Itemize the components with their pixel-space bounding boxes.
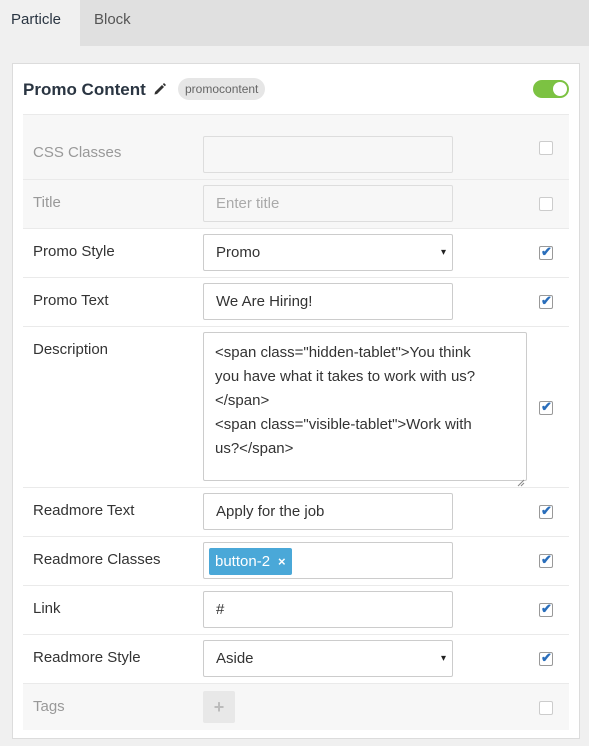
card-header: Promo Content promocontent (13, 64, 579, 114)
row-label: Description (33, 341, 109, 358)
row-readmore-style: Readmore Style Aside ▾ ✔ (23, 634, 569, 683)
description-line: <span class="hidden-tablet">You think (215, 344, 471, 361)
class-tag-label: button-2 (215, 553, 271, 570)
description-override-checkbox[interactable]: ✔ (539, 399, 553, 415)
row-label: Title (33, 194, 61, 211)
row-tags: Tags + (23, 683, 569, 730)
row-label: Readmore Classes (33, 551, 161, 568)
css-classes-input[interactable] (203, 136, 453, 173)
readmore-text-override-checkbox[interactable]: ✔ (539, 503, 553, 519)
enable-toggle[interactable] (533, 80, 569, 98)
resize-grip-icon[interactable] (517, 471, 525, 487)
row-readmore-text: Readmore Text Apply for the job ✔ (23, 487, 569, 536)
add-tag-button[interactable]: + (203, 691, 235, 723)
row-link: Link # ✔ (23, 585, 569, 634)
close-icon[interactable]: × (278, 554, 286, 569)
description-line: us?</span> (215, 440, 294, 457)
row-description: Description <span class="hidden-tablet">… (23, 326, 569, 487)
particle-card: Promo Content promocontent CSS Classes T… (12, 63, 580, 739)
title-override-checkbox[interactable] (539, 197, 553, 211)
particle-type-badge: promocontent (178, 78, 266, 100)
check-icon: ✔ (541, 293, 552, 308)
chevron-down-icon: ▾ (440, 653, 446, 664)
select-value: Aside (216, 650, 254, 667)
readmore-style-override-checkbox[interactable]: ✔ (539, 650, 553, 666)
link-override-checkbox[interactable]: ✔ (539, 601, 553, 617)
check-icon: ✔ (541, 552, 552, 567)
row-label: Promo Text (33, 292, 109, 309)
row-label: Readmore Style (33, 649, 141, 666)
tab-particle[interactable]: Particle (0, 0, 80, 46)
check-icon: ✔ (541, 244, 552, 259)
check-icon: ✔ (541, 399, 552, 414)
class-tag: button-2 × (209, 548, 292, 575)
check-icon: ✔ (541, 601, 552, 616)
promo-text-input[interactable]: We Are Hiring! (203, 283, 453, 320)
tab-panel: Promo Content promocontent CSS Classes T… (0, 46, 589, 746)
description-textarea[interactable]: <span class="hidden-tablet">You think yo… (203, 332, 527, 487)
description-line: <span class="visible-tablet">Work with (215, 416, 472, 433)
readmore-style-select[interactable]: Aside ▾ (203, 640, 453, 677)
edit-pencil-icon[interactable] (153, 82, 167, 96)
readmore-text-input[interactable]: Apply for the job (203, 493, 453, 530)
row-label: CSS Classes (33, 144, 122, 161)
check-icon: ✔ (541, 503, 552, 518)
readmore-classes-input[interactable]: button-2 × (203, 542, 453, 579)
readmore-classes-override-checkbox[interactable]: ✔ (539, 552, 553, 568)
card-title: Promo Content (23, 80, 146, 99)
tab-bar: Particle Block (0, 0, 589, 46)
description-line: you have what it takes to work with us? (215, 368, 476, 385)
tab-block[interactable]: Block (82, 0, 162, 46)
row-label: Promo Style (33, 243, 115, 260)
chevron-down-icon: ▾ (440, 247, 446, 258)
toggle-knob (553, 82, 567, 96)
promo-style-override-checkbox[interactable]: ✔ (539, 244, 553, 260)
promo-style-select[interactable]: Promo ▾ (203, 234, 453, 271)
row-promo-style: Promo Style Promo ▾ ✔ (23, 228, 569, 277)
title-input[interactable]: Enter title (203, 185, 453, 222)
row-promo-text: Promo Text We Are Hiring! ✔ (23, 277, 569, 326)
check-icon: ✔ (541, 650, 552, 665)
tags-override-checkbox[interactable] (539, 701, 553, 715)
row-css-classes: CSS Classes (23, 114, 569, 179)
row-label: Readmore Text (33, 502, 135, 519)
row-title: Title Enter title (23, 179, 569, 228)
promo-text-override-checkbox[interactable]: ✔ (539, 293, 553, 309)
row-readmore-classes: Readmore Classes button-2 × ✔ (23, 536, 569, 585)
css-classes-override-checkbox[interactable] (539, 141, 553, 155)
select-value: Promo (216, 244, 261, 261)
description-line: </span> (215, 392, 270, 409)
link-input[interactable]: # (203, 591, 453, 628)
row-label: Tags (33, 698, 65, 715)
row-label: Link (33, 600, 61, 617)
